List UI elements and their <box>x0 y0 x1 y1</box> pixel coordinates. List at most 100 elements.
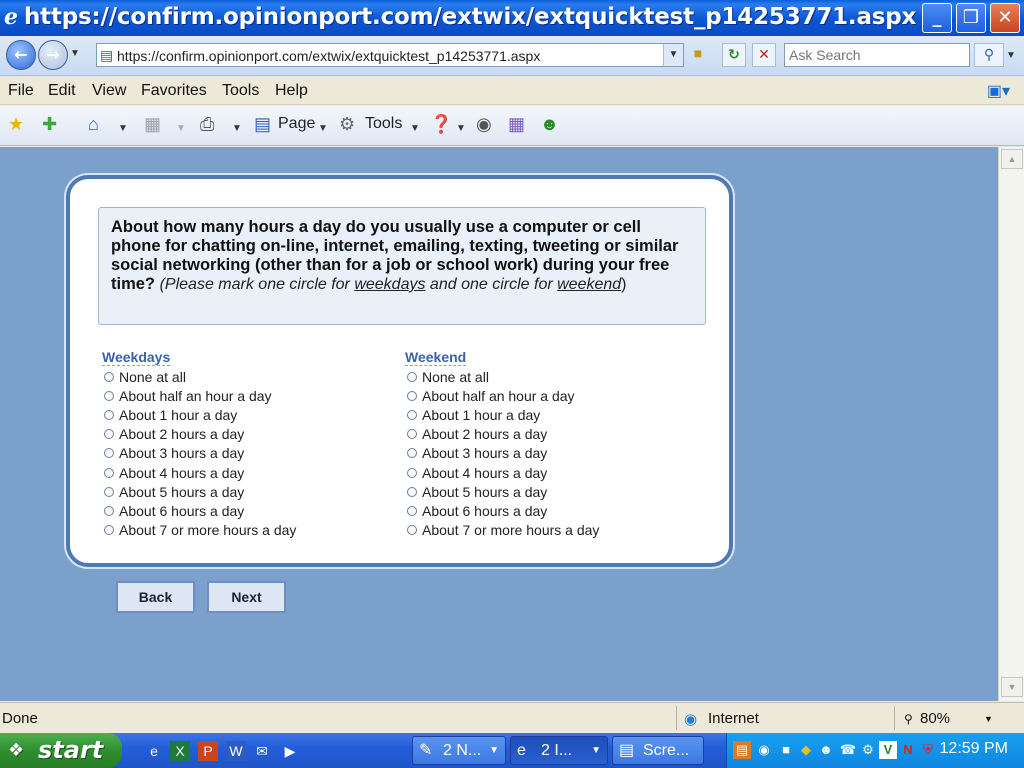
radio-button[interactable] <box>104 429 114 440</box>
tools-dropdown-icon[interactable]: ▼ <box>410 119 420 139</box>
tray-gear-icon[interactable]: ⚙ <box>859 741 877 759</box>
print-icon[interactable]: ⎙ <box>200 114 214 134</box>
weekdays-option[interactable]: About 6 hours a day <box>100 501 380 520</box>
search-icon[interactable]: ⚲ <box>974 43 1004 67</box>
menu-edit[interactable]: Edit <box>48 82 76 100</box>
feeds-icon[interactable]: ▦ <box>144 114 161 134</box>
messenger-icon[interactable]: ☻ <box>540 114 559 134</box>
stop-button[interactable]: ✕ <box>752 43 776 67</box>
address-url[interactable]: https://confirm.opinionport.com/extwix/e… <box>117 48 540 64</box>
page-dropdown-icon[interactable]: ▼ <box>318 119 328 139</box>
option-label[interactable]: About half an hour a day <box>119 388 272 404</box>
weekend-option[interactable]: About 3 hours a day <box>403 444 683 463</box>
menu-favorites[interactable]: Favorites <box>141 82 207 100</box>
print-dropdown-icon[interactable]: ▼ <box>232 119 242 139</box>
research-book-icon[interactable]: ▦ <box>508 114 525 134</box>
address-field[interactable]: ▤ https://confirm.opinionport.com/extwix… <box>96 43 684 67</box>
page-menu-icon[interactable]: ▤ <box>254 114 271 134</box>
help-dropdown-icon[interactable]: ▼ <box>456 119 466 139</box>
option-label[interactable]: About 6 hours a day <box>119 503 244 519</box>
weekdays-option[interactable]: None at all <box>100 367 380 386</box>
radio-button[interactable] <box>407 409 417 420</box>
option-label[interactable]: About 5 hours a day <box>422 484 547 500</box>
scroll-up-icon[interactable]: ▲ <box>1001 149 1023 169</box>
tools-menu-button[interactable]: Tools <box>365 115 402 133</box>
zoom-icon[interactable]: ⚲ <box>904 712 913 726</box>
radio-button[interactable] <box>104 486 114 497</box>
back-button[interactable]: Back <box>116 581 195 613</box>
radio-button[interactable] <box>104 505 114 516</box>
radio-button[interactable] <box>407 371 417 382</box>
weekend-option[interactable]: About 7 or more hours a day <box>403 521 683 540</box>
feeds-dropdown-icon[interactable]: ▼ <box>176 119 186 139</box>
taskbar-item[interactable]: ▤ Scre... <box>612 736 704 765</box>
radio-button[interactable] <box>104 409 114 420</box>
home-dropdown-icon[interactable]: ▼ <box>118 119 128 139</box>
scroll-down-icon[interactable]: ▼ <box>1001 677 1023 697</box>
option-label[interactable]: About 1 hour a day <box>422 407 540 423</box>
radio-button[interactable] <box>407 505 417 516</box>
menu-tools[interactable]: Tools <box>222 82 259 100</box>
radio-button[interactable] <box>104 371 114 382</box>
radio-button[interactable] <box>407 429 417 440</box>
vertical-scrollbar[interactable]: ▲ ▼ <box>998 147 1024 701</box>
radio-button[interactable] <box>407 448 417 459</box>
forward-nav-button[interactable]: → <box>38 40 68 70</box>
radio-button[interactable] <box>407 390 417 401</box>
option-label[interactable]: About 4 hours a day <box>119 465 244 481</box>
word-icon[interactable]: W <box>226 741 246 761</box>
address-dropdown-icon[interactable]: ▼ <box>663 44 683 66</box>
recent-pages-dropdown-icon[interactable]: ▼ <box>70 48 80 59</box>
option-label[interactable]: None at all <box>119 369 186 385</box>
next-button[interactable]: Next <box>207 581 286 613</box>
tray-lock-icon[interactable]: ■ <box>777 741 795 759</box>
tray-antivirus-icon[interactable]: V <box>879 741 897 759</box>
favorites-star-icon[interactable]: ★ <box>8 114 24 134</box>
option-label[interactable]: About 7 or more hours a day <box>422 522 599 538</box>
weekend-option[interactable]: About 2 hours a day <box>403 425 683 444</box>
radio-button[interactable] <box>104 390 114 401</box>
search-options-dropdown-icon[interactable]: ▼ <box>1006 50 1016 61</box>
ie-quicklaunch-icon[interactable]: e <box>144 741 164 761</box>
close-button[interactable]: ✕ <box>990 3 1020 33</box>
weekend-option[interactable]: None at all <box>403 367 683 386</box>
research-icon[interactable]: ◉ <box>476 114 492 134</box>
weekdays-option[interactable]: About 2 hours a day <box>100 425 380 444</box>
tray-n-icon[interactable]: N <box>899 741 917 759</box>
tray-security-icon[interactable]: ⛨ <box>919 741 937 759</box>
page-menu-button[interactable]: Page <box>278 115 315 133</box>
weekdays-option[interactable]: About 1 hour a day <box>100 405 380 424</box>
weekdays-option[interactable]: About 7 or more hours a day <box>100 521 380 540</box>
option-label[interactable]: About 6 hours a day <box>422 503 547 519</box>
radio-button[interactable] <box>104 448 114 459</box>
zoom-level[interactable]: 80% <box>920 710 950 727</box>
tray-app-icon[interactable]: ▤ <box>733 741 751 759</box>
lock-icon[interactable]: ■ <box>688 45 708 65</box>
option-label[interactable]: About 5 hours a day <box>119 484 244 500</box>
weekend-option[interactable]: About 4 hours a day <box>403 463 683 482</box>
weekdays-option[interactable]: About 4 hours a day <box>100 463 380 482</box>
add-favorite-icon[interactable]: ✚ <box>42 114 57 134</box>
option-label[interactable]: About 2 hours a day <box>119 426 244 442</box>
back-nav-button[interactable]: ← <box>6 40 36 70</box>
maximize-button[interactable]: ❐ <box>956 3 986 33</box>
weekdays-option[interactable]: About 5 hours a day <box>100 482 380 501</box>
zoom-dropdown-icon[interactable]: ▼ <box>984 714 993 724</box>
radio-button[interactable] <box>407 486 417 497</box>
refresh-button[interactable]: ↻ <box>722 43 746 67</box>
menu-file[interactable]: File <box>8 82 34 100</box>
weekend-option[interactable]: About 1 hour a day <box>403 405 683 424</box>
option-label[interactable]: About 3 hours a day <box>119 445 244 461</box>
weekdays-option[interactable]: About half an hour a day <box>100 386 380 405</box>
option-label[interactable]: About half an hour a day <box>422 388 575 404</box>
windows-flag-icon[interactable]: ▣▾ <box>987 81 1010 101</box>
search-input[interactable] <box>784 43 970 67</box>
option-label[interactable]: About 4 hours a day <box>422 465 547 481</box>
option-label[interactable]: None at all <box>422 369 489 385</box>
powerpoint-icon[interactable]: P <box>198 741 218 761</box>
option-label[interactable]: About 7 or more hours a day <box>119 522 296 538</box>
media-player-icon[interactable]: ▶ <box>280 741 300 761</box>
radio-button[interactable] <box>104 525 114 536</box>
tools-gear-icon[interactable]: ⚙ <box>339 114 355 134</box>
home-icon[interactable]: ⌂ <box>88 114 99 134</box>
